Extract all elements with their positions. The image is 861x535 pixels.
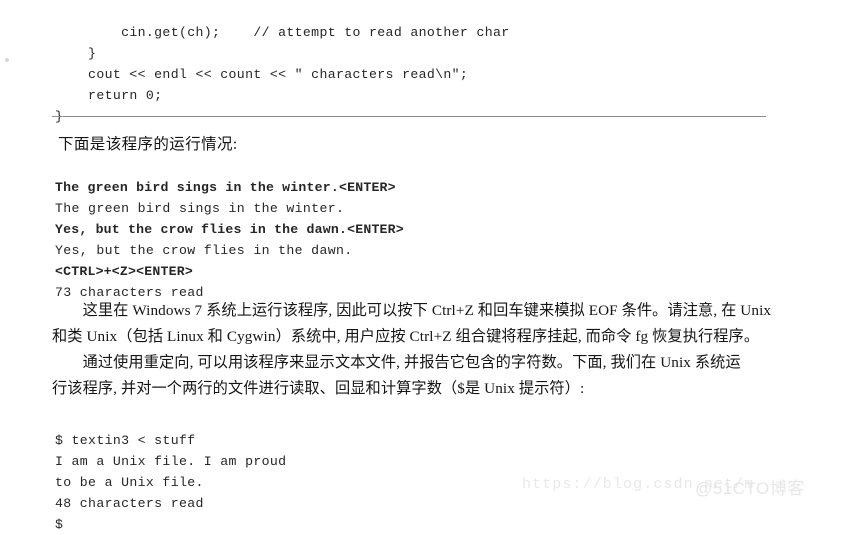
transcript-line-input: <CTRL>+<Z><ENTER> [55,264,193,280]
shell-line-output: to be a Unix file. [55,475,204,491]
paragraph-line: 和类 Unix（包括 Linux 和 Cygwin）系统中, 用户应按 Ctrl… [52,327,760,345]
paragraph-line: 行该程序, 并对一个两行的文件进行读取、回显和计算字数（$是 Unix 提示符）… [52,379,585,397]
section-divider-rule [52,116,766,117]
transcript-line-output: The green bird sings in the winter. [55,201,345,217]
watermark-51cto-blog: @51CTO博客 [695,479,805,498]
code-line: cout << endl << count << " characters re… [55,67,469,83]
code-line: } [55,46,97,62]
transcript-line-input: Yes, but the crow flies in the dawn.<ENT… [55,222,404,238]
explanation-paragraph-redirection: 通过使用重定向, 可以用该程序来显示文本文件, 并报告它包含的字符数。下面, 我… [52,350,852,401]
book-page: cin.get(ch); // attempt to read another … [0,0,861,532]
code-line: cin.get(ch); // attempt to read another … [55,25,510,41]
explanation-paragraph-windows: 这里在 Windows 7 系统上运行该程序, 因此可以按下 Ctrl+Z 和回… [52,298,852,349]
transcript-line-output: Yes, but the crow flies in the dawn. [55,243,353,259]
shell-line-output: I am a Unix file. I am proud [55,454,287,470]
shell-line-prompt: $ [55,517,64,533]
cpp-source-fragment: cin.get(ch); // attempt to read another … [55,22,510,127]
shell-line-command: $ textin3 < stuff [55,433,196,449]
watermark-csdn-url: https://blog.csdn.net/m [522,476,755,493]
paragraph-line: 这里在 Windows 7 系统上运行该程序, 因此可以按下 Ctrl+Z 和回… [52,302,772,319]
scan-artifact-speck [5,58,9,62]
run-result-heading: 下面是该程序的运行情况: [58,136,238,153]
code-line: return 0; [55,88,163,104]
transcript-line-input: The green bird sings in the winter.<ENTE… [55,180,396,196]
unix-shell-transcript: $ textin3 < stuff I am a Unix file. I am … [55,430,286,535]
program-run-transcript: The green bird sings in the winter.<ENTE… [55,177,404,303]
shell-line-output: 48 characters read [55,496,204,512]
paragraph-line: 通过使用重定向, 可以用该程序来显示文本文件, 并报告它包含的字符数。下面, 我… [52,354,741,371]
